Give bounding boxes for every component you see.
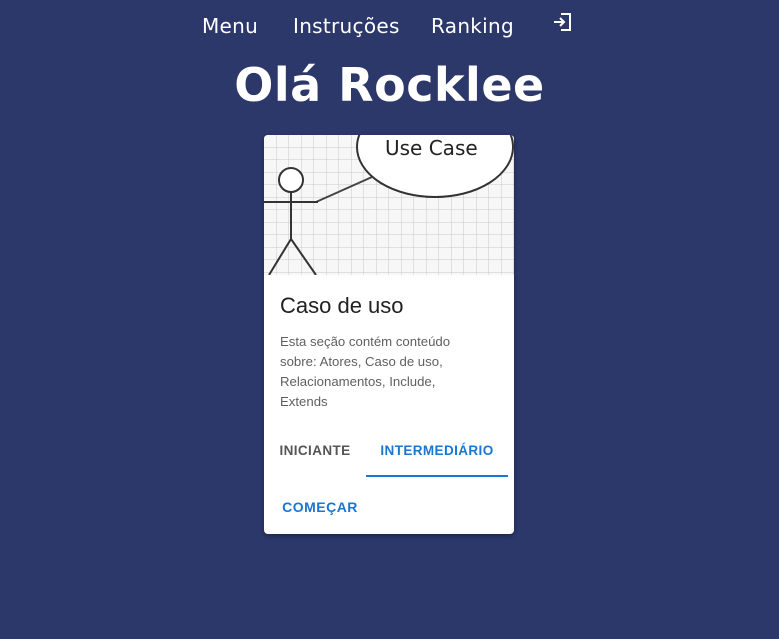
nav-instructions-link[interactable]: Instruções xyxy=(293,14,400,38)
nav-menu-link[interactable]: Menu xyxy=(202,14,258,38)
tab-iniciante[interactable]: INICIANTE xyxy=(266,431,364,475)
nav-ranking-link[interactable]: Ranking xyxy=(431,14,514,38)
tab-intermediario[interactable]: INTERMEDIÁRIO xyxy=(366,431,508,477)
card-description: Esta seção contém conteúdo sobre: Atores… xyxy=(280,334,451,409)
course-card: Use Case Caso de uso Esta seção contém c… xyxy=(264,135,514,534)
level-tabs: INICIANTE INTERMEDIÁRIO xyxy=(264,431,514,477)
card-title: Caso de uso xyxy=(280,293,404,318)
use-case-label: Use Case xyxy=(385,136,478,160)
top-nav: Menu Instruções Ranking xyxy=(0,10,779,44)
start-button[interactable]: COMEÇAR xyxy=(272,489,368,525)
logout-icon[interactable] xyxy=(552,11,574,33)
logout-icon-graphic xyxy=(554,13,571,31)
greeting-title: Olá Rocklee xyxy=(234,58,545,112)
use-case-diagram-image: Use Case xyxy=(264,135,514,276)
